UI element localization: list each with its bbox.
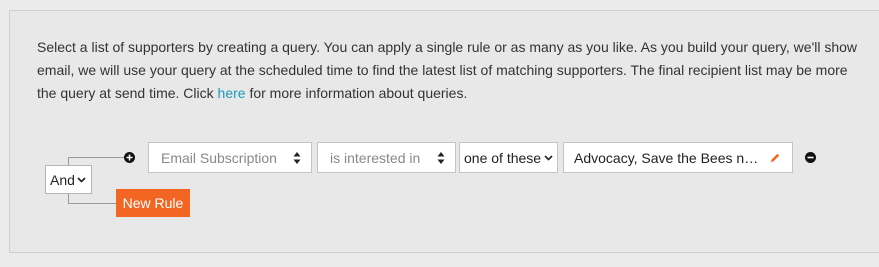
new-rule-button[interactable]: New Rule	[116, 189, 190, 217]
rule-condition-select[interactable]: is interested in	[317, 142, 456, 173]
connector-line-bottom	[68, 193, 117, 204]
instructions-line-3: the query at send time. Click here for m…	[37, 82, 879, 105]
instructions-line-1: Select a list of supporters by creating …	[37, 39, 858, 55]
logic-operator-select[interactable]: And	[45, 165, 92, 194]
rule-field-select[interactable]: Email Subscription	[148, 142, 312, 173]
up-down-arrows-icon	[436, 151, 446, 165]
chevron-down-icon	[544, 153, 553, 163]
rule-match-select[interactable]: one of these	[459, 142, 558, 173]
instructions-line-3-text: the query at send time. Click	[37, 85, 218, 101]
chevron-down-icon	[77, 175, 86, 185]
queries-help-link[interactable]: here	[218, 85, 246, 101]
rule-values-text: Advocacy, Save the Bees ne...	[574, 149, 762, 166]
rule-field-value: Email Subscription	[161, 149, 277, 166]
rule-match-value: one of these	[464, 149, 542, 166]
rule-condition-value: is interested in	[330, 149, 421, 166]
up-down-arrows-icon	[292, 151, 302, 165]
pencil-icon[interactable]	[768, 151, 782, 165]
instructions-line-2: email, we will use your query at the sch…	[37, 62, 848, 78]
rule-values-field[interactable]: Advocacy, Save the Bees ne...	[563, 142, 793, 173]
plus-circle-icon[interactable]	[124, 152, 135, 163]
logic-operator-value: And	[50, 171, 75, 188]
minus-circle-icon[interactable]	[805, 152, 816, 163]
instructions-line-3-tail: for more information about queries.	[245, 85, 468, 101]
query-instructions: Select a list of supporters by creating …	[37, 36, 879, 105]
